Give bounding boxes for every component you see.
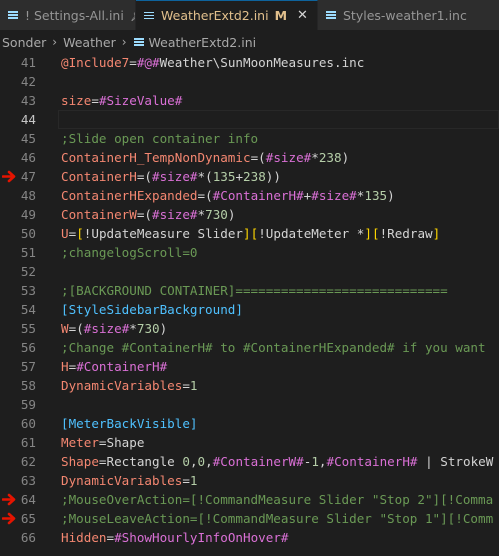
- line-number: 42: [20, 74, 36, 89]
- modified-badge: M: [274, 8, 288, 23]
- code-text: ContainerW=(#size#*730): [61, 207, 236, 222]
- line-number: 49: [20, 207, 36, 222]
- code-line[interactable]: 51 ;changelogScroll=0: [0, 243, 499, 262]
- line-number: 59: [20, 397, 36, 412]
- line-number: 45: [20, 131, 36, 146]
- code-text: W=(#size#*730): [61, 321, 168, 336]
- close-icon[interactable]: ✕: [297, 8, 308, 23]
- code-text: DynamicVariables=1: [61, 473, 198, 488]
- code-line[interactable]: 45 ;Slide open container info: [0, 129, 499, 148]
- line-number: 41: [20, 55, 36, 70]
- code-text: Hidden=#ShowHourlyInfoOnHover#: [61, 530, 289, 545]
- code-text: H=#ContainerH#: [61, 359, 168, 374]
- code-text: Meter=Shape: [61, 435, 145, 450]
- line-number: 54: [20, 302, 36, 317]
- code-line[interactable]: 58 DynamicVariables=1: [0, 376, 499, 395]
- line-number: 46: [20, 150, 36, 165]
- code-text: [MeterBackVisible]: [61, 416, 198, 431]
- code-text: Shape=Rectangle 0,0,#ContainerW#-1,#Cont…: [61, 454, 494, 469]
- line-number: 43: [20, 93, 36, 108]
- code-line[interactable]: 65 ;MouseLeaveAction=[!CommandMeasure Sli…: [0, 509, 499, 528]
- line-number: 57: [20, 359, 36, 374]
- code-line[interactable]: 47 ContainerH=(#size#*(135+238)): [0, 167, 499, 186]
- code-line[interactable]: 52: [0, 262, 499, 281]
- tab-settings-all[interactable]: ! Settings-All.ini 📌︎: [0, 0, 136, 30]
- chevron-right-icon: ›: [52, 35, 58, 49]
- line-number: 61: [20, 435, 36, 450]
- line-number: 55: [20, 321, 36, 336]
- line-number: 53: [20, 283, 36, 298]
- code-editor[interactable]: 41 @Include7=#@#Weather\SunMoonMeasures.i…: [0, 53, 499, 556]
- file-lines-icon: [142, 9, 156, 23]
- file-lines-icon: [133, 36, 145, 48]
- file-lines-icon: [6, 8, 20, 22]
- code-line[interactable]: 43 size=#SizeValue#: [0, 91, 499, 110]
- tab-label: WeatherExtd2.ini: [161, 8, 269, 23]
- code-line[interactable]: 46 ContainerH_TempNonDynamic=(#size#*238): [0, 148, 499, 167]
- breadcrumb-item[interactable]: WeatherExtd2.ini: [149, 35, 257, 50]
- code-line[interactable]: 50 U=[!UpdateMeasure Slider][!UpdateMeter…: [0, 224, 499, 243]
- line-number: 51: [20, 245, 36, 260]
- breadcrumb-item[interactable]: Weather: [63, 35, 116, 50]
- code-line[interactable]: 48 ContainerHExpanded=(#ContainerH#+#size…: [0, 186, 499, 205]
- line-number: 48: [20, 188, 36, 203]
- code-line[interactable]: 60 [MeterBackVisible]: [0, 414, 499, 433]
- line-number: 50: [20, 226, 36, 241]
- line-number: 65: [20, 511, 36, 526]
- code-line[interactable]: 54 [StyleSidebarBackground]: [0, 300, 499, 319]
- code-text: [StyleSidebarBackground]: [61, 302, 243, 317]
- current-line-highlight: [58, 110, 499, 129]
- code-line[interactable]: 53 ;[BACKGROUND CONTAINER]===============…: [0, 281, 499, 300]
- code-text: ContainerH=(#size#*(135+238)): [61, 169, 281, 184]
- code-text: ContainerH_TempNonDynamic=(#size#*238): [61, 150, 350, 165]
- line-number: 64: [20, 492, 36, 507]
- file-lines-icon: [324, 8, 338, 22]
- line-number: 58: [20, 378, 36, 393]
- breadcrumb-item[interactable]: Sonder: [2, 35, 46, 50]
- line-number: 62: [20, 454, 36, 469]
- code-text: size=#SizeValue#: [61, 93, 183, 108]
- tab-label: Styles-weather1.inc: [343, 7, 467, 23]
- tab-label: ! Settings-All.ini: [25, 7, 124, 23]
- code-text: U=[!UpdateMeasure Slider][!UpdateMeter *…: [61, 226, 441, 241]
- tab-styles-weather1[interactable]: Styles-weather1.inc: [318, 0, 499, 30]
- code-line[interactable]: 59: [0, 395, 499, 414]
- code-text: ;MouseOverAction=[!CommandMeasure Slider…: [61, 492, 494, 507]
- breadcrumb: Sonder › Weather › WeatherExtd2.ini: [0, 31, 499, 53]
- code-line[interactable]: 49 ContainerW=(#size#*730): [0, 205, 499, 224]
- code-line[interactable]: 44: [0, 110, 499, 129]
- code-text: DynamicVariables=1: [61, 378, 198, 393]
- line-number: 56: [20, 340, 36, 355]
- code-text: ;[BACKGROUND CONTAINER]=================…: [61, 283, 448, 298]
- code-text: ;MouseLeaveAction=[!CommandMeasure Slide…: [61, 511, 494, 526]
- line-number: 44: [20, 112, 36, 127]
- code-line[interactable]: 56 ;Change #ContainerH# to #ContainerHExp…: [0, 338, 499, 357]
- code-text: ;changelogScroll=0: [61, 245, 198, 260]
- code-line[interactable]: 62 Shape=Rectangle 0,0,#ContainerW#-1,#Co…: [0, 452, 499, 471]
- code-line[interactable]: 42: [0, 72, 499, 91]
- line-number: 60: [20, 416, 36, 431]
- line-number: 52: [20, 264, 36, 279]
- code-text: @Include7=#@#Weather\SunMoonMeasures.inc: [61, 55, 365, 70]
- code-text: ;Change #ContainerH# to #ContainerHExpan…: [61, 340, 486, 355]
- tab-bar: ! Settings-All.ini 📌︎ WeatherExtd2.ini M…: [0, 0, 499, 30]
- code-line[interactable]: 64 ;MouseOverAction=[!CommandMeasure Slid…: [0, 490, 499, 509]
- code-line[interactable]: 63 DynamicVariables=1: [0, 471, 499, 490]
- line-number: 66: [20, 530, 36, 545]
- code-line[interactable]: 41 @Include7=#@#Weather\SunMoonMeasures.i…: [0, 53, 499, 72]
- line-number: 63: [20, 473, 36, 488]
- chevron-right-icon: ›: [121, 35, 127, 49]
- code-text: ;Slide open container info: [61, 131, 259, 146]
- line-number: 47: [20, 169, 36, 184]
- code-line[interactable]: 55 W=(#size#*730): [0, 319, 499, 338]
- code-line[interactable]: 57 H=#ContainerH#: [0, 357, 499, 376]
- code-text: ContainerHExpanded=(#ContainerH#+#size#*…: [61, 188, 395, 203]
- code-line[interactable]: 61 Meter=Shape: [0, 433, 499, 452]
- tab-weatherextd2[interactable]: WeatherExtd2.ini M ✕: [136, 0, 318, 30]
- code-line[interactable]: 66 Hidden=#ShowHourlyInfoOnHover#: [0, 528, 499, 547]
